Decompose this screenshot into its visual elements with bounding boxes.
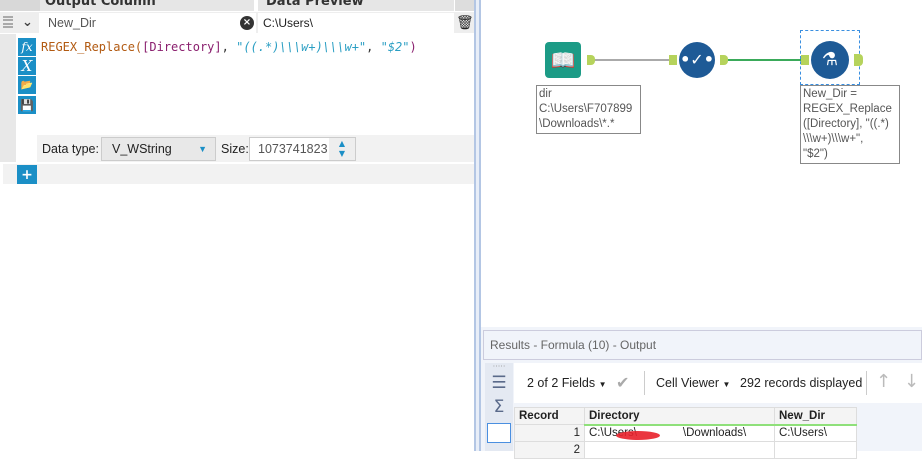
annotation-line: dir bbox=[539, 88, 552, 100]
data-preview-value: C:\Users\ bbox=[258, 13, 454, 33]
open-folder-icon[interactable]: 📂 bbox=[18, 76, 36, 94]
directory-cell: C:\Users\ \Downloads\ bbox=[584, 424, 775, 442]
new-dir-cell: C:\Users\ bbox=[774, 424, 857, 442]
results-panel: Results - Formula (10) - Output ····· ☰ … bbox=[481, 327, 922, 459]
collapse-chevron-icon[interactable]: ⌄ bbox=[17, 12, 38, 33]
expr-function: REGEX_Replace( bbox=[41, 40, 143, 54]
output-column-input[interactable]: New_Dir bbox=[39, 13, 256, 33]
formula-annotation: New_Dir = REGEX_Replace ([Directory], "(… bbox=[800, 85, 900, 164]
output-anchor[interactable] bbox=[854, 54, 863, 66]
toolbar-divider bbox=[866, 371, 867, 395]
header-spacer bbox=[0, 0, 40, 11]
summary-sigma-icon[interactable]: Σ bbox=[485, 395, 513, 419]
expr-sep: , bbox=[221, 40, 237, 54]
input-anchor[interactable] bbox=[669, 55, 677, 65]
arrow-up-icon[interactable]: ↑ bbox=[876, 371, 891, 392]
drag-handle-icon[interactable] bbox=[3, 14, 13, 30]
data-type-label: Data type: bbox=[42, 142, 99, 156]
expr-field: [Directory] bbox=[142, 40, 222, 54]
panel-splitter[interactable] bbox=[474, 0, 481, 451]
metadata-icon[interactable] bbox=[487, 423, 511, 443]
table-header-row: Record Directory New_Dir bbox=[514, 407, 857, 426]
expr-sep: , bbox=[366, 40, 381, 54]
data-type-value: V_WString bbox=[112, 142, 172, 156]
table-view-icon[interactable]: ☰ bbox=[485, 371, 513, 395]
annotation-line: "$2") bbox=[803, 148, 828, 160]
records-count: 292 records displayed bbox=[740, 376, 863, 390]
formula-config-panel: Output Column Data Preview ⌄ New_Dir × C… bbox=[0, 0, 474, 451]
directory-value: C:\Users\ \Downloads\ bbox=[589, 427, 747, 440]
fields-dropdown[interactable]: 2 of 2 Fields ▼ bbox=[527, 376, 607, 390]
toolbar-divider bbox=[644, 371, 645, 395]
annotation-line: REGEX_Replace bbox=[803, 103, 892, 115]
results-sidebar: ····· ☰ Σ bbox=[485, 363, 513, 451]
table-row[interactable]: 1 C:\Users\ \Downloads\ C:\Users\ bbox=[514, 424, 857, 442]
add-formula-button[interactable]: + bbox=[17, 165, 37, 184]
header-data-preview: Data Preview bbox=[258, 0, 454, 11]
redaction-scribble bbox=[616, 431, 660, 440]
dropdown-arrow-icon: ▼ bbox=[598, 380, 607, 389]
record-cell: 2 bbox=[514, 441, 585, 459]
annotation-line: C:\Users\F707899 bbox=[539, 103, 633, 115]
output-anchor[interactable] bbox=[587, 55, 595, 65]
apply-check-icon[interactable]: ✔ bbox=[616, 373, 629, 392]
save-icon[interactable]: 💾 bbox=[18, 96, 36, 114]
annotation-line: \Downloads\*.* bbox=[539, 118, 615, 130]
variable-x-icon[interactable]: X bbox=[18, 57, 36, 75]
directory-cell bbox=[584, 441, 775, 459]
size-stepper[interactable]: ▲ ▼ bbox=[329, 138, 355, 160]
add-row-bar bbox=[3, 164, 474, 184]
dropdown-arrow-icon: ▼ bbox=[198, 144, 207, 154]
delete-trash-icon[interactable]: 🗑 bbox=[456, 14, 474, 32]
header-spacer-right bbox=[455, 0, 474, 11]
expr-pattern: "((.*)\\\w+)\\\w+" bbox=[236, 40, 367, 54]
workflow-canvas[interactable]: 📖 •✓• ⚗ dir C:\Users\F707899 \Downloads\… bbox=[481, 0, 922, 327]
clear-icon[interactable]: × bbox=[240, 16, 254, 30]
column-header-record[interactable]: Record bbox=[514, 407, 585, 425]
fields-label: 2 of 2 Fields bbox=[527, 376, 596, 390]
cell-viewer-label: Cell Viewer bbox=[656, 376, 719, 390]
annotation-line: \\\w+)\\\w+", bbox=[803, 133, 864, 145]
function-fx-icon[interactable]: fx bbox=[18, 38, 36, 56]
expression-editor[interactable]: REGEX_Replace([Directory], "((.*)\\\w+)\… bbox=[41, 40, 417, 54]
arrow-down-icon[interactable]: ↓ bbox=[904, 371, 919, 392]
input-anchor[interactable] bbox=[801, 55, 809, 65]
expr-replacement: "$2" bbox=[380, 40, 410, 54]
connection-line bbox=[595, 59, 671, 61]
results-title: Results - Formula (10) - Output bbox=[483, 330, 922, 360]
connection-line bbox=[728, 59, 803, 61]
table-row[interactable]: 2 bbox=[514, 441, 857, 459]
output-anchor[interactable] bbox=[720, 55, 728, 65]
annotation-line: ([Directory], "((.*) bbox=[803, 118, 889, 130]
formula-tool-flask-icon[interactable]: ⚗ bbox=[811, 41, 849, 79]
column-header-new-dir[interactable]: New_Dir bbox=[774, 407, 857, 426]
row-gutter bbox=[0, 34, 16, 162]
input-annotation: dir C:\Users\F707899 \Downloads\*.* bbox=[536, 85, 641, 134]
expr-close: ) bbox=[409, 40, 417, 54]
directory-tool-icon[interactable]: 📖 bbox=[545, 42, 581, 78]
grip-icon[interactable]: ····· bbox=[485, 363, 513, 371]
cell-viewer-dropdown[interactable]: Cell Viewer ▼ bbox=[656, 376, 730, 390]
select-tool-icon[interactable]: •✓• bbox=[679, 42, 715, 78]
new-dir-cell bbox=[774, 441, 857, 459]
column-header-directory[interactable]: Directory bbox=[584, 407, 775, 426]
annotation-line: New_Dir = bbox=[803, 88, 858, 100]
header-output-column: Output Column bbox=[40, 0, 256, 11]
size-label: Size: bbox=[221, 142, 249, 156]
results-toolbar: 2 of 2 Fields ▼ ✔ Cell Viewer ▼ 292 reco… bbox=[514, 363, 922, 403]
record-cell: 1 bbox=[514, 424, 585, 442]
results-table: Record Directory New_Dir 1 C:\Users\ \Do… bbox=[514, 407, 857, 459]
dropdown-arrow-icon: ▼ bbox=[722, 380, 731, 389]
data-type-select[interactable]: V_WString ▼ bbox=[101, 137, 216, 161]
